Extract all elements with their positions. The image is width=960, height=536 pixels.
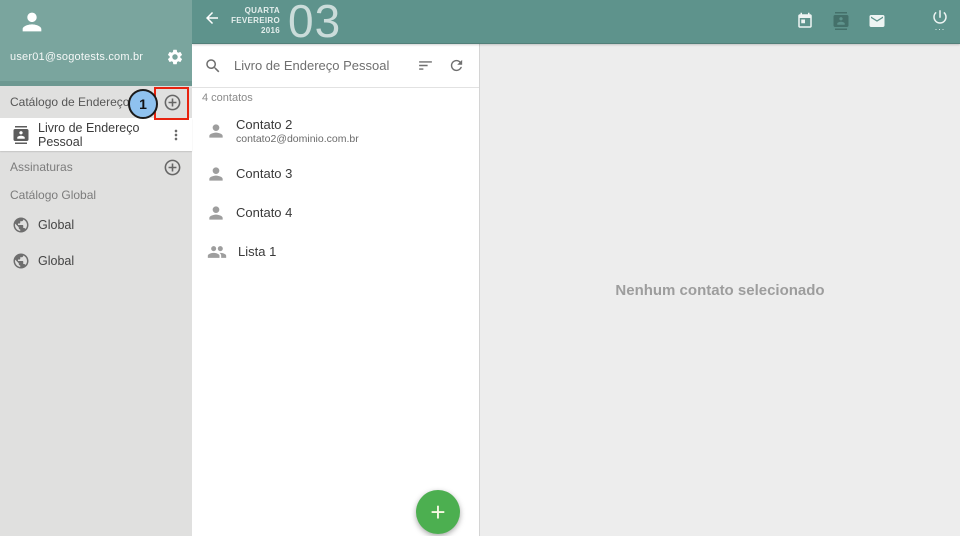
globe-icon — [12, 252, 30, 270]
annotation-step-badge: 1 — [128, 89, 158, 119]
calendar-module-button[interactable] — [796, 12, 814, 30]
sidebar-item-personal-book[interactable]: Livro de Endereço Pessoal — [0, 118, 192, 151]
refresh-icon — [448, 57, 465, 74]
user-email: user01@sogotests.com.br — [10, 51, 143, 63]
personal-book-menu-button[interactable] — [168, 127, 184, 143]
search-bar — [192, 44, 479, 88]
person-icon — [206, 121, 226, 141]
contact-email: contato2@dominio.com.br — [236, 133, 359, 145]
contacts-icon — [832, 12, 850, 30]
kebab-menu-icon — [168, 127, 184, 143]
addressbook-module-button[interactable] — [832, 12, 850, 30]
contact-list-item[interactable]: Lista 1 — [192, 232, 479, 271]
sort-button[interactable] — [417, 57, 434, 74]
add-circle-icon — [163, 158, 182, 177]
date-month: FEVEREIRO — [218, 16, 280, 26]
group-icon — [206, 242, 228, 262]
person-icon — [206, 203, 226, 223]
contact-name: Lista 1 — [238, 244, 276, 259]
contact-list-item[interactable]: Contato 4 — [192, 193, 479, 232]
sidebar: user01@sogotests.com.br Catálogo de Ende… — [0, 0, 192, 536]
sidebar-item-global-2[interactable]: Global — [0, 243, 192, 279]
contact-detail-panel: Nenhum contato selecionado — [480, 44, 960, 536]
global-item-label: Global — [38, 218, 74, 232]
date-year: 2016 — [218, 26, 280, 36]
sidebar-header-shadow — [0, 81, 192, 86]
sidebar-item-global-1[interactable]: Global — [0, 207, 192, 243]
add-circle-icon — [163, 93, 182, 112]
date-weekday: QUARTA — [218, 6, 280, 16]
contact-list-item[interactable]: Contato 2 contato2@dominio.com.br — [192, 108, 479, 154]
contact-list-item[interactable]: Contato 3 — [192, 154, 479, 193]
mail-icon — [868, 12, 886, 30]
refresh-button[interactable] — [448, 57, 465, 74]
date-day: 03 — [288, 0, 341, 45]
empty-selection-message: Nenhum contato selecionado — [615, 282, 824, 299]
logout-button[interactable]: ... — [928, 8, 952, 29]
user-avatar-icon — [18, 8, 46, 36]
add-address-book-button[interactable] — [163, 93, 182, 112]
add-subscription-button[interactable] — [163, 158, 182, 177]
contact-name: Contato 3 — [236, 166, 292, 181]
logout-menu-dots: ... — [928, 25, 952, 29]
global-catalog-label: Catálogo Global — [0, 183, 192, 207]
address-book-icon — [12, 126, 30, 144]
globe-icon — [12, 216, 30, 234]
sogo-addressbook-app: user01@sogotests.com.br Catálogo de Ende… — [0, 0, 960, 536]
address-books-header: Catálogo de Endereços — [0, 86, 192, 118]
sort-icon — [417, 57, 434, 74]
contact-count: 4 contatos — [192, 88, 479, 108]
subscriptions-header: Assinaturas — [0, 151, 192, 183]
sidebar-user-panel: user01@sogotests.com.br — [0, 0, 192, 86]
gear-icon — [166, 48, 184, 66]
person-icon — [206, 164, 226, 184]
global-item-label: Global — [38, 254, 74, 268]
contact-name: Contato 2 — [236, 117, 359, 132]
address-books-label: Catálogo de Endereços — [10, 95, 135, 109]
contact-name: Contato 4 — [236, 205, 292, 220]
new-contact-fab[interactable]: + — [416, 490, 460, 534]
personal-book-label: Livro de Endereço Pessoal — [38, 121, 168, 149]
calendar-icon — [796, 12, 814, 30]
mail-module-button[interactable] — [868, 12, 886, 30]
settings-button[interactable] — [166, 48, 184, 66]
search-icon — [204, 57, 222, 75]
contacts-list-panel: 4 contatos Contato 2 contato2@dominio.co… — [192, 44, 480, 536]
header-date: QUARTA FEVEREIRO 2016 — [218, 6, 280, 36]
subscriptions-label: Assinaturas — [10, 160, 73, 174]
search-input[interactable] — [232, 57, 417, 74]
top-header: QUARTA FEVEREIRO 2016 03 ... — [192, 0, 960, 44]
